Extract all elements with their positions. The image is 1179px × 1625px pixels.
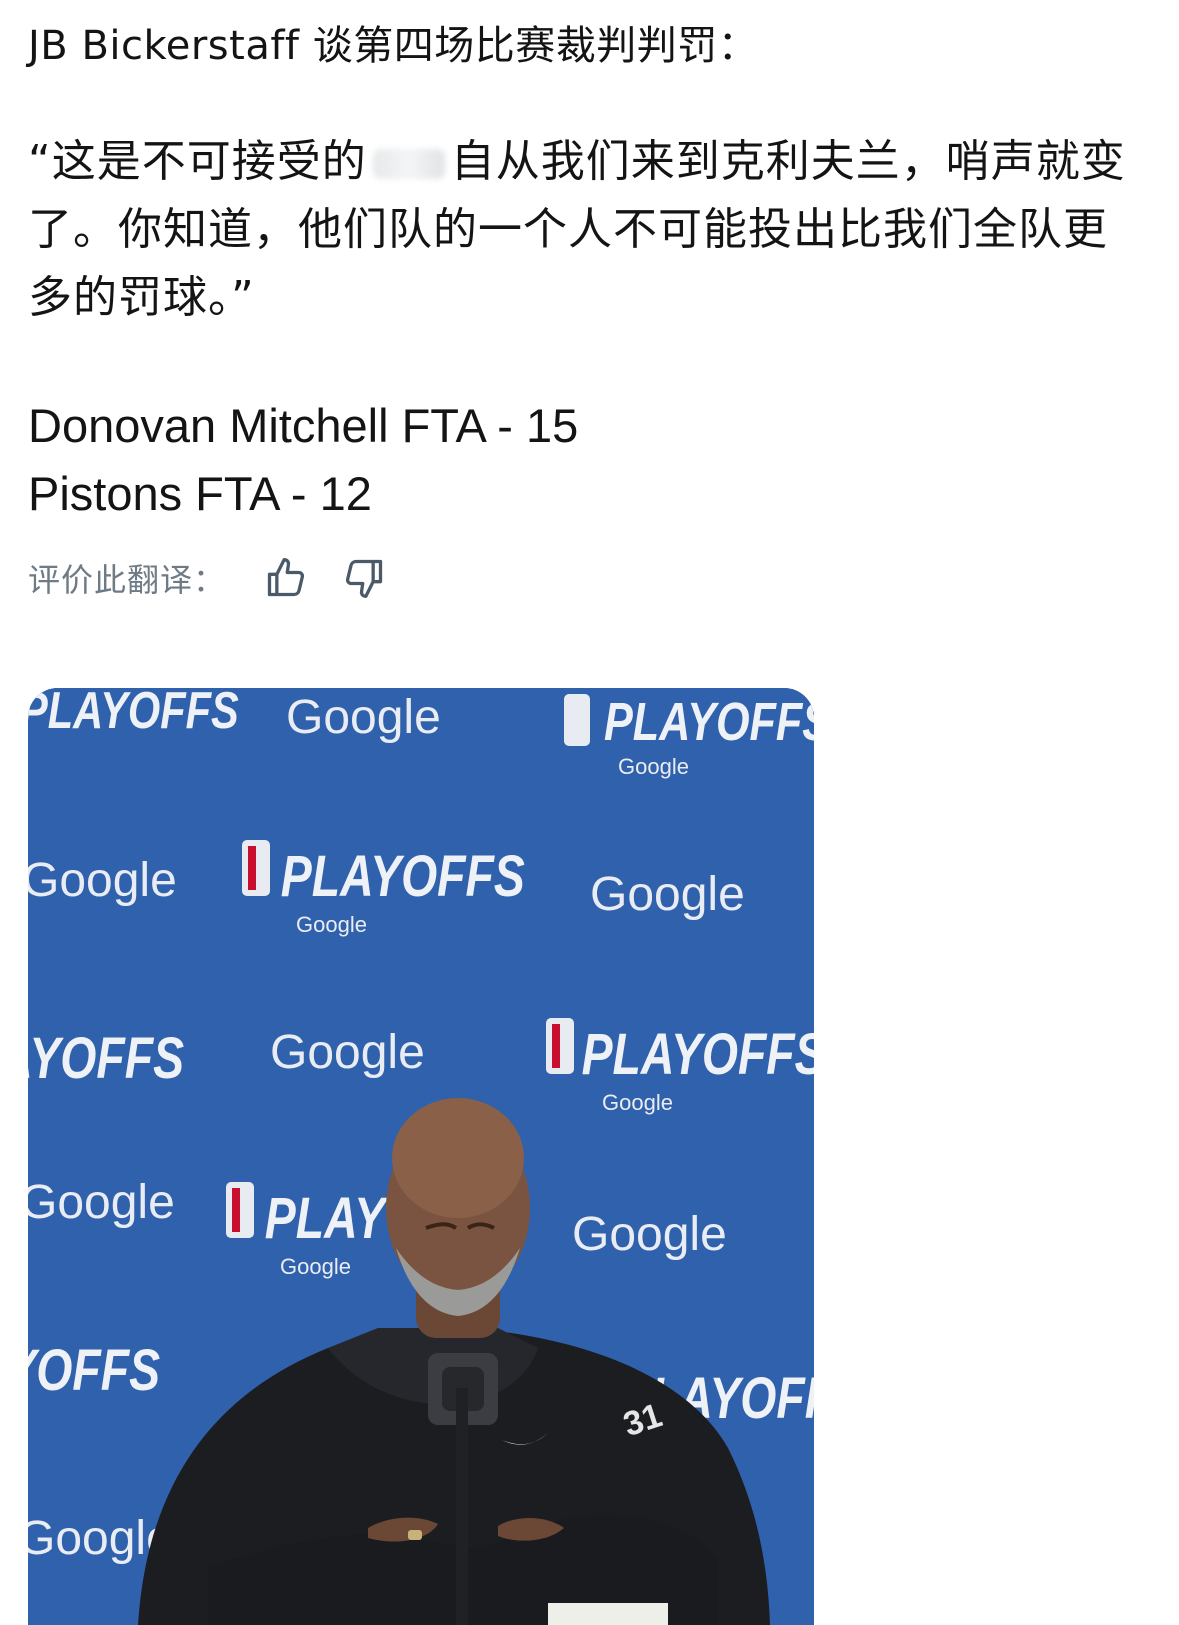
thumbs-down-button[interactable] bbox=[340, 554, 388, 602]
backdrop-playoffs-logo: PLAYOFFS bbox=[28, 1026, 184, 1091]
rate-translation-row: 评价此翻译： bbox=[28, 552, 1158, 604]
backdrop-google-small: Google bbox=[602, 1090, 673, 1115]
backdrop-google-text: Google bbox=[270, 1026, 425, 1079]
backdrop-google-small: Google bbox=[280, 1254, 351, 1279]
post-quote: “这是不可接受的 自从我们来到克利夫兰，哨声就变了。你知道，他们队的一个人不可能投… bbox=[28, 128, 1148, 332]
stat-line-mitchell: Donovan Mitchell FTA - 15 bbox=[28, 399, 579, 452]
backdrop-google-small: Google bbox=[296, 912, 367, 937]
thumbs-up-icon bbox=[267, 558, 305, 597]
stats-block: Donovan Mitchell FTA - 15 Pistons FTA - … bbox=[28, 392, 1158, 528]
backdrop-playoffs-logo: PLAYOFFS bbox=[28, 688, 239, 739]
thumbs-up-button[interactable] bbox=[262, 554, 310, 602]
backdrop-google-text: Google bbox=[572, 1208, 727, 1261]
backdrop-google-text: Google bbox=[590, 868, 745, 921]
backdrop-playoffs-logo: PLAYOFFS bbox=[604, 693, 814, 753]
thumbs-down-icon bbox=[345, 559, 383, 598]
backdrop-google-text: Google bbox=[28, 1176, 175, 1229]
stat-line-pistons: Pistons FTA - 12 bbox=[28, 467, 372, 520]
post-title: JB Bickerstaff 谈第四场比赛裁判判罚： bbox=[28, 23, 759, 69]
post-content: JB Bickerstaff 谈第四场比赛裁判判罚： “这是不可接受的 自从我们来… bbox=[28, 18, 1158, 604]
backdrop-playoffs-logo: PLAYOFFS bbox=[281, 844, 525, 909]
backdrop-playoffs-logo: PLAYOFFS bbox=[582, 1022, 814, 1087]
backdrop-google-text: Google bbox=[28, 854, 177, 907]
backdrop-playoffs-logo: PLAYOFFS bbox=[28, 1338, 160, 1403]
backdrop-google-text: Google bbox=[286, 691, 441, 744]
backdrop-google-small: Google bbox=[618, 754, 689, 779]
paper-sheet bbox=[548, 1603, 668, 1625]
rate-translation-label: 评价此翻译： bbox=[28, 561, 227, 599]
blurred-text bbox=[372, 149, 445, 179]
press-conference-photo: PLAYOFFS Google PLAYOFFS Google Google P… bbox=[28, 688, 814, 1625]
quote-part-1: “这是不可接受的 bbox=[28, 136, 367, 187]
